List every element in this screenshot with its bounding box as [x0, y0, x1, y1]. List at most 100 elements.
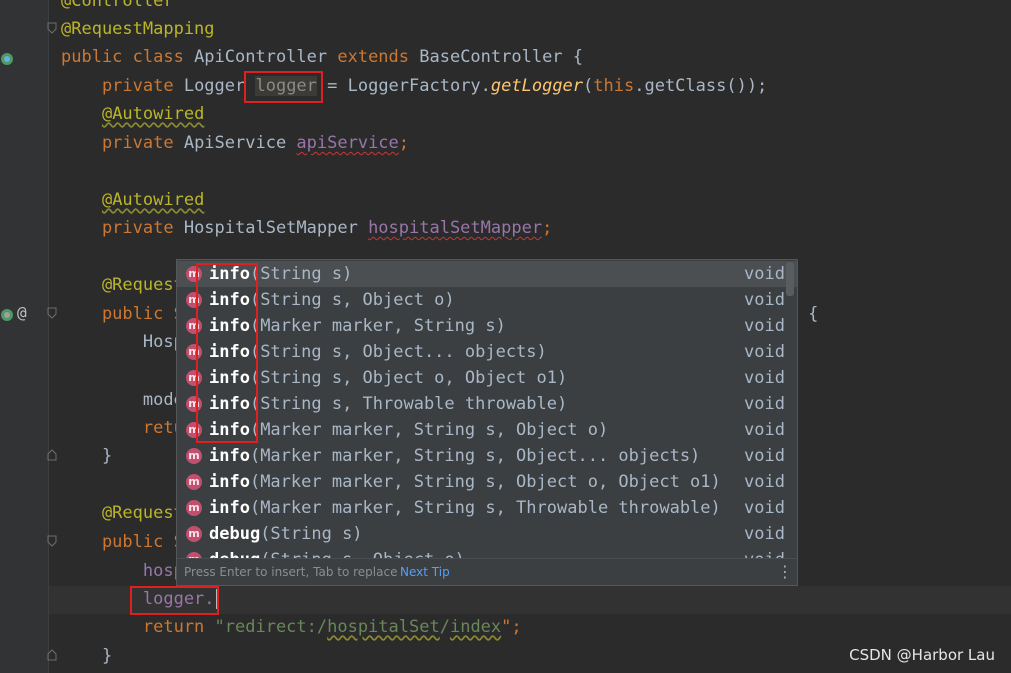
return-type: void: [744, 316, 785, 336]
return-type: void: [744, 446, 785, 466]
code-token: private: [61, 76, 184, 96]
completion-signature: info(String s, Object o, Object o1): [209, 365, 567, 391]
code-token: @Autowired: [101, 104, 205, 124]
code-completion-popup[interactable]: m info(String s) void m info(String s, Objec…: [176, 259, 798, 586]
code-line[interactable]: private ApiService apiService;: [61, 129, 409, 157]
completion-item[interactable]: m info(Marker marker, String s, Throwable…: [177, 495, 797, 521]
method-params: (String s, Object o): [249, 290, 455, 310]
completion-item[interactable]: m debug(String s) void: [177, 521, 797, 547]
completion-item[interactable]: m info(String s) void: [177, 261, 797, 287]
fold-marker-icon[interactable]: [47, 449, 57, 461]
method-icon: m: [186, 474, 202, 490]
completion-signature: info(Marker marker, String s, Object o): [209, 417, 608, 443]
completion-signature: info(String s, Object... objects): [209, 339, 547, 365]
completion-item[interactable]: m info(Marker marker, String s, Object o,…: [177, 469, 797, 495]
completion-signature: info(Marker marker, String s, Object o, …: [209, 469, 721, 495]
code-token: mode: [61, 390, 184, 410]
completion-signature: info(Marker marker, String s, Object... …: [209, 443, 700, 469]
popup-scrollbar[interactable]: [786, 262, 794, 296]
code-token: @Controller: [61, 0, 174, 11]
method-name: info: [209, 498, 250, 518]
completion-item[interactable]: m info(Marker marker, String s, Object...…: [177, 443, 797, 469]
fold-marker-icon[interactable]: [47, 22, 57, 34]
code-token: hospitalSetMapper: [368, 218, 543, 238]
code-line[interactable]: @Request: [61, 271, 184, 299]
code-token: ";: [501, 617, 522, 637]
return-type: void: [744, 342, 785, 362]
code-token: @RequestMapping: [61, 19, 215, 39]
completion-signature: debug(String s): [209, 521, 363, 547]
completion-item[interactable]: m info(String s, Object o) void: [177, 287, 797, 313]
more-options-icon[interactable]: ⋮: [777, 559, 793, 585]
info-methods-highlight: [196, 263, 258, 443]
code-token: (: [583, 76, 594, 96]
code-line[interactable]: mode: [61, 386, 184, 414]
return-type: void: [744, 420, 785, 440]
code-token: = LoggerFactory.: [316, 76, 491, 96]
code-line[interactable]: private Logger logger = LoggerFactory.ge…: [61, 72, 767, 100]
completion-item[interactable]: m info(String s, Throwable throwable) void: [177, 391, 797, 417]
code-token: hosp: [61, 561, 184, 581]
spring-bean-icon[interactable]: [0, 51, 14, 71]
spring-mapping-icon[interactable]: [0, 307, 14, 327]
code-line[interactable]: public class ApiController extends BaseC…: [61, 43, 583, 71]
completion-item[interactable]: m info(Marker marker, String s, Object o)…: [177, 417, 797, 443]
completion-item[interactable]: m info(String s, Object... objects) void: [177, 339, 797, 365]
return-type: void: [744, 290, 785, 310]
method-params: (String s, Object... objects): [249, 342, 547, 362]
code-token: retu: [61, 418, 184, 438]
fold-marker-icon[interactable]: [47, 535, 57, 547]
code-token: this: [593, 76, 635, 96]
code-line[interactable]: return "redirect:/hospitalSet/index";: [61, 613, 522, 641]
code-line[interactable]: private HospitalSetMapper hospitalSetMap…: [61, 214, 552, 242]
method-params: (String s): [260, 524, 363, 544]
code-token: .getClass());: [634, 76, 768, 96]
completion-signature: info(Marker marker, String s, Throwable …: [209, 495, 721, 521]
next-tip-link[interactable]: Next Tip: [400, 559, 450, 585]
fold-marker-icon[interactable]: [47, 649, 57, 661]
method-name: info: [209, 446, 250, 466]
code-line[interactable]: }: [61, 642, 112, 670]
gutter-separator: [48, 0, 49, 673]
code-line[interactable]: @Autowired: [61, 186, 204, 214]
return-type: void: [744, 394, 785, 414]
code-line[interactable]: @Controller: [61, 0, 174, 15]
method-params: (Marker marker, String s, Object o, Obje…: [249, 472, 721, 492]
method-icon: m: [186, 448, 202, 464]
code-line[interactable]: retu: [61, 414, 184, 442]
method-params: (String s): [249, 264, 353, 284]
code-token: @Autowired: [101, 190, 205, 210]
code-token: private: [61, 218, 184, 238]
completion-item[interactable]: m info(String s, Object o, Object o1) void: [177, 365, 797, 391]
code-token: ;: [542, 218, 553, 238]
code-line[interactable]: @Request: [61, 499, 184, 527]
return-type: void: [744, 368, 785, 388]
code-token: }: [61, 446, 113, 466]
method-params: (Marker marker, String s): [249, 316, 506, 336]
logger-field-highlight: [244, 71, 323, 103]
code-token: private: [61, 133, 184, 153]
code-token: public S: [61, 304, 184, 324]
fold-marker-icon[interactable]: [47, 307, 57, 319]
completion-item[interactable]: m info(Marker marker, String s) void: [177, 313, 797, 339]
code-token: getLogger: [490, 76, 584, 96]
code-token: @Request: [61, 275, 184, 295]
code-line[interactable]: @Autowired: [61, 100, 204, 128]
return-type: void: [744, 472, 785, 492]
code-token: public class: [61, 47, 195, 67]
return-type: void: [744, 524, 785, 544]
method-params: (Marker marker, String s, Object o): [249, 420, 609, 440]
code-token: ApiController: [194, 47, 338, 67]
code-token: hospitalSet: [327, 617, 440, 637]
code-token: /: [439, 617, 450, 637]
code-line[interactable]: hosp: [61, 557, 184, 585]
code-line[interactable]: }: [61, 442, 112, 470]
code-token: BaseController {: [419, 47, 584, 67]
code-token: ;: [398, 133, 410, 153]
code-line[interactable]: @RequestMapping: [61, 15, 215, 43]
annotation-gutter-icon[interactable]: @: [17, 303, 27, 322]
code-token: Hosp: [61, 332, 184, 352]
code-token: @Request: [61, 503, 184, 523]
